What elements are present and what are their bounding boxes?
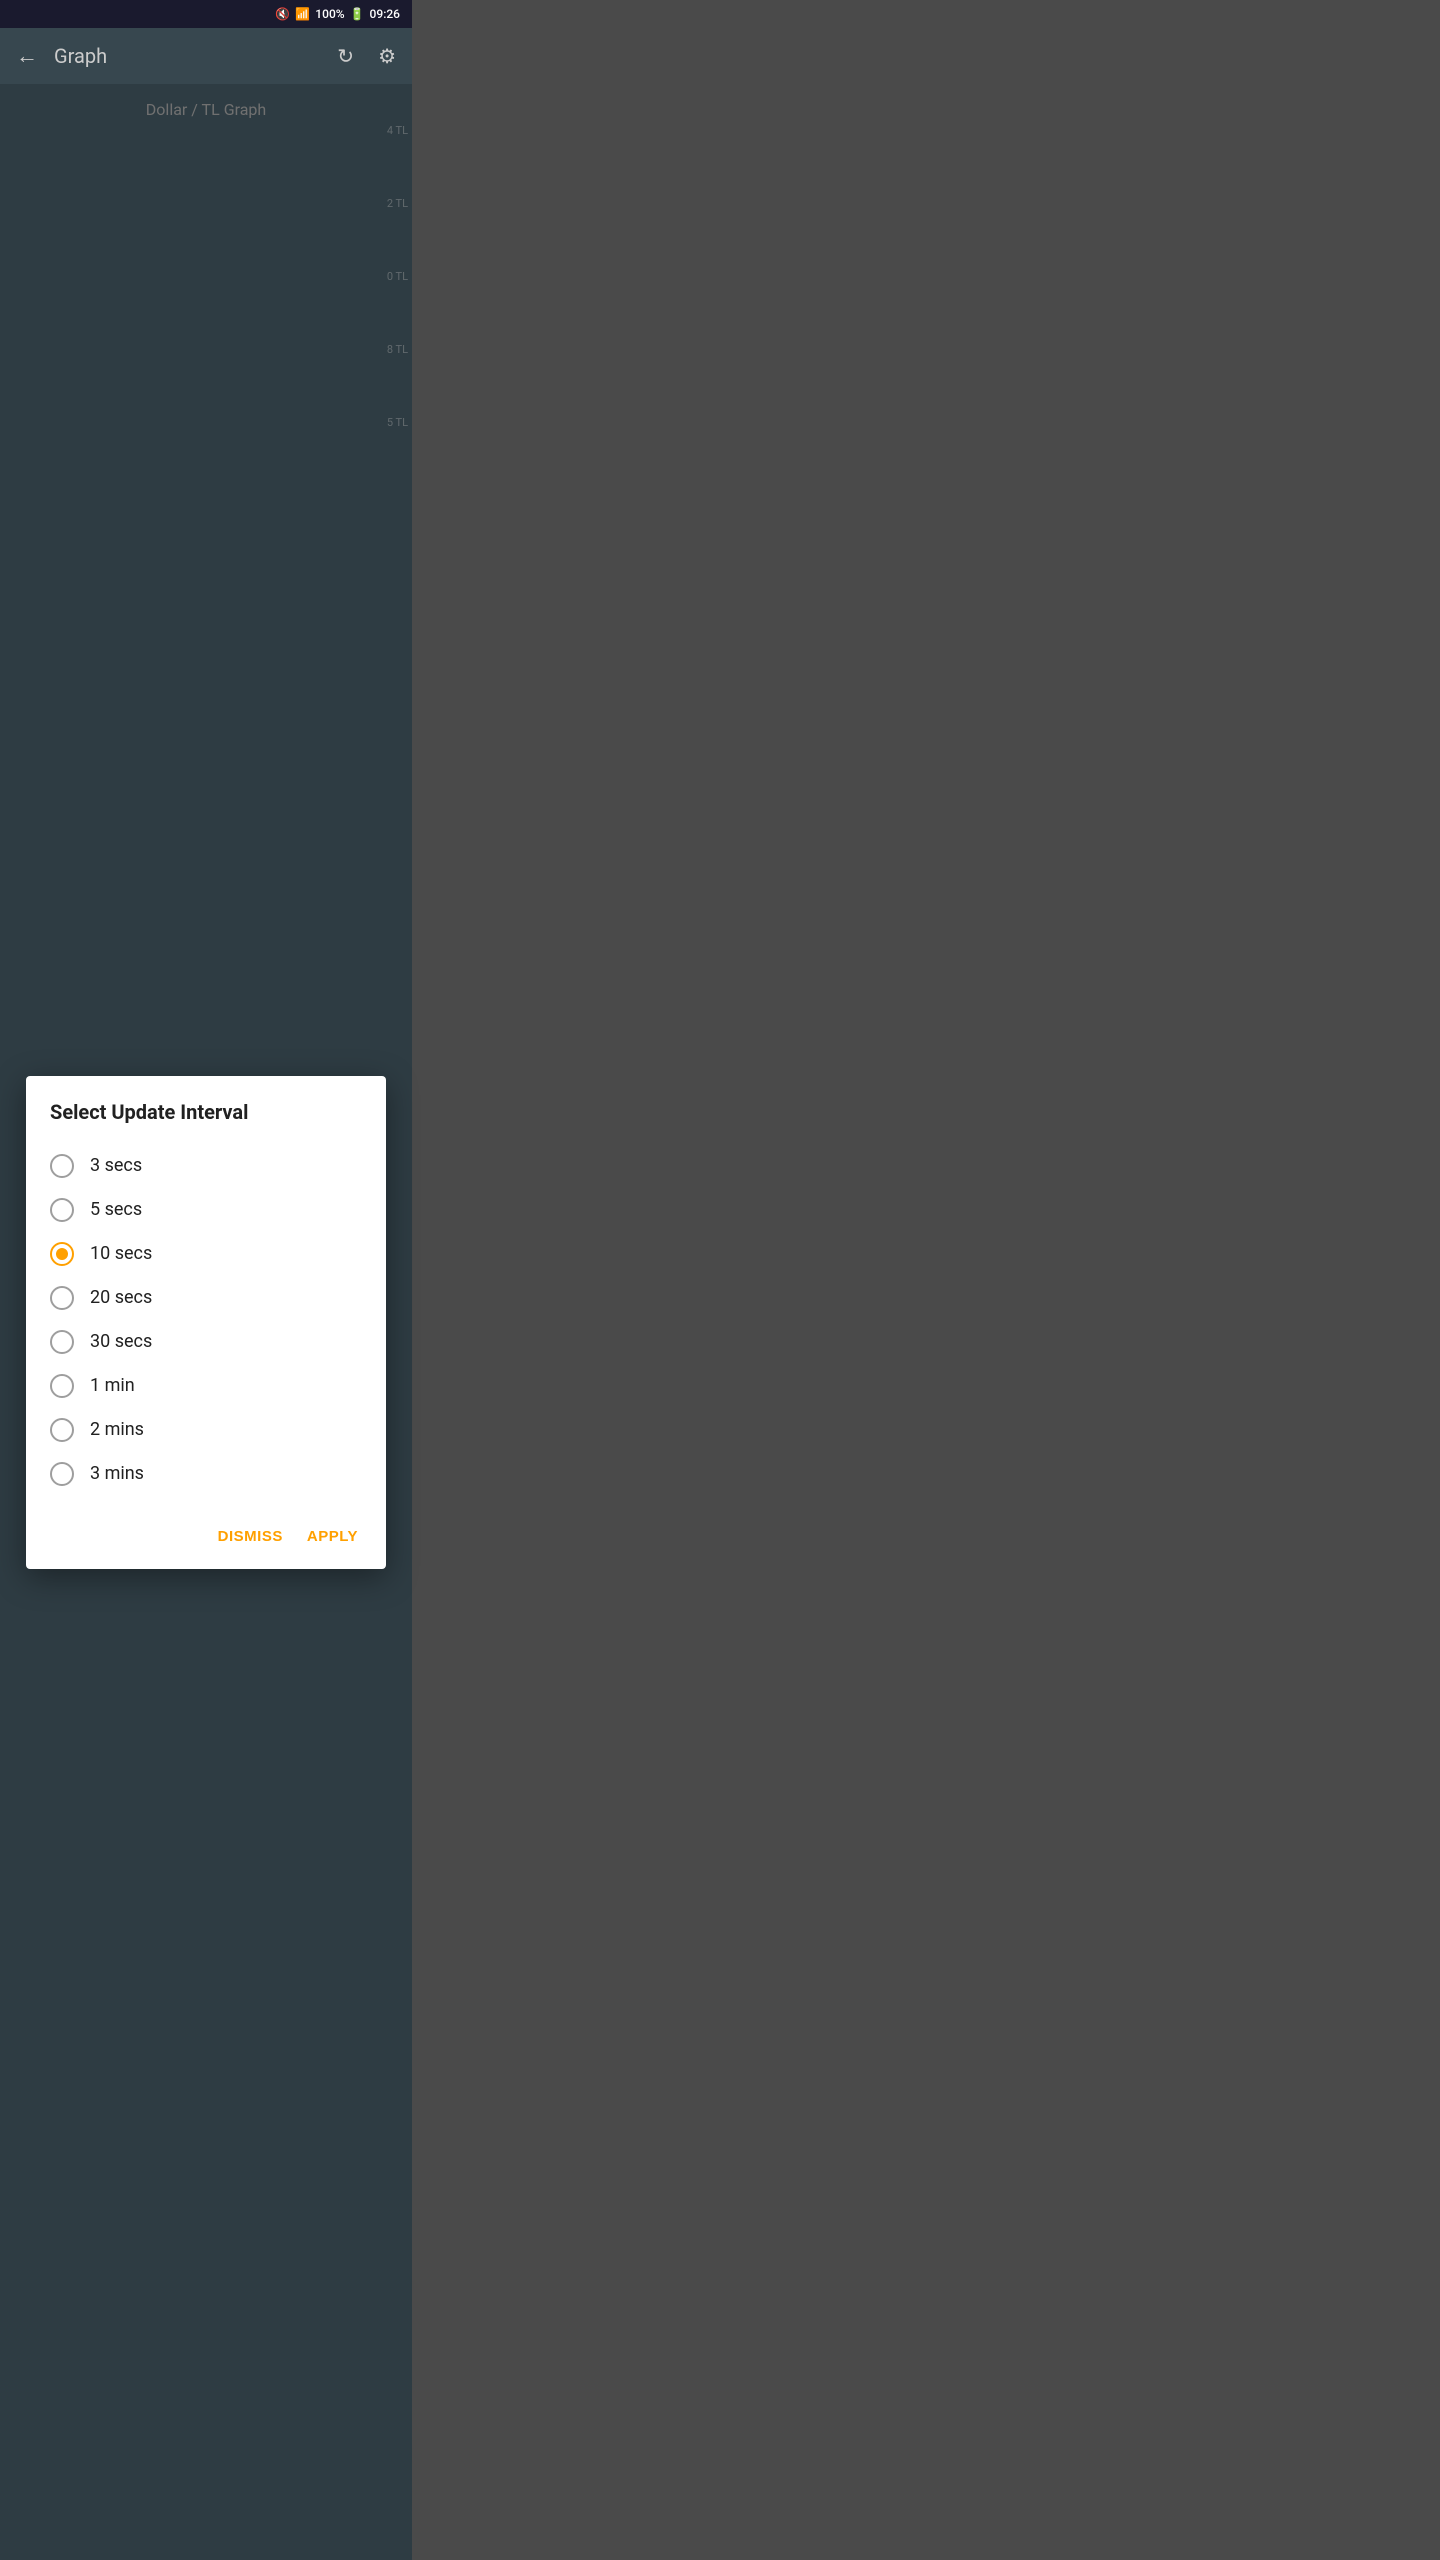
radio-item-1m[interactable]: 1 min [50, 1364, 362, 1408]
radio-item-30s[interactable]: 30 secs [50, 1320, 362, 1364]
refresh-icon[interactable]: ↻ [337, 44, 354, 68]
radio-item-2m[interactable]: 2 mins [50, 1408, 362, 1452]
update-interval-dialog: Select Update Interval 3 secs 5 secs [26, 1076, 386, 1569]
radio-label-20s: 20 secs [90, 1287, 152, 1308]
battery-icon: 🔋 [350, 7, 365, 21]
radio-label-3m: 3 mins [90, 1463, 144, 1484]
time: 09:26 [370, 7, 400, 21]
radio-circle-30s [50, 1330, 74, 1354]
status-icons: 🔇 📶 100% 🔋 09:26 [275, 7, 400, 21]
dialog-actions: DISMISS APPLY [50, 1512, 362, 1553]
radio-circle-3m [50, 1462, 74, 1486]
wifi-icon: 📶 [295, 7, 310, 21]
radio-label-30s: 30 secs [90, 1331, 152, 1352]
radio-circle-5s [50, 1198, 74, 1222]
background-content: Dollar / TL Graph 4 TL 2 TL 0 TL 8 TL 5 … [0, 84, 412, 2560]
mute-icon: 🔇 [275, 7, 290, 21]
radio-label-1m: 1 min [90, 1375, 135, 1396]
dialog-title: Select Update Interval [50, 1100, 362, 1124]
back-button[interactable]: ← [16, 43, 38, 69]
radio-item-3s[interactable]: 3 secs [50, 1144, 362, 1188]
radio-circle-1m [50, 1374, 74, 1398]
radio-inner-10s [56, 1248, 68, 1260]
app-bar-title: Graph [54, 44, 313, 68]
radio-circle-3s [50, 1154, 74, 1178]
dismiss-button[interactable]: DISMISS [214, 1520, 287, 1553]
settings-icon[interactable]: ⚙ [378, 44, 396, 68]
battery-text: 100% [315, 7, 344, 21]
radio-item-10s[interactable]: 10 secs [50, 1232, 362, 1276]
radio-item-5s[interactable]: 5 secs [50, 1188, 362, 1232]
apply-button[interactable]: APPLY [303, 1520, 362, 1553]
radio-label-3s: 3 secs [90, 1155, 142, 1176]
radio-circle-20s [50, 1286, 74, 1310]
radio-list: 3 secs 5 secs 10 secs 20 secs [50, 1144, 362, 1496]
dialog-overlay: Select Update Interval 3 secs 5 secs [0, 84, 412, 2560]
radio-label-5s: 5 secs [90, 1199, 142, 1220]
status-bar: 🔇 📶 100% 🔋 09:26 [0, 0, 412, 28]
app-bar: ← Graph ↻ ⚙ [0, 28, 412, 84]
radio-circle-10s [50, 1242, 74, 1266]
radio-circle-2m [50, 1418, 74, 1442]
radio-label-2m: 2 mins [90, 1419, 144, 1440]
radio-label-10s: 10 secs [90, 1243, 152, 1264]
radio-item-20s[interactable]: 20 secs [50, 1276, 362, 1320]
radio-item-3m[interactable]: 3 mins [50, 1452, 362, 1496]
